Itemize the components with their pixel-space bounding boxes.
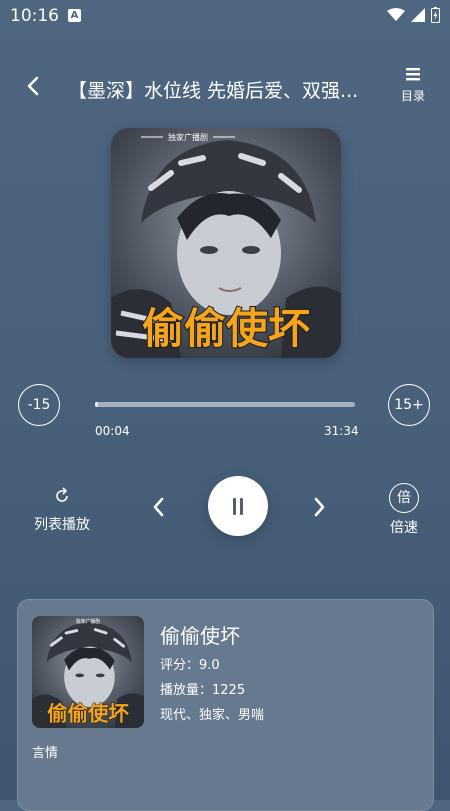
repeat-mode-label: 列表播放 [34,517,90,533]
album-play-count: 播放量：1225 [160,683,246,698]
signal-icon [411,8,425,22]
album-rating: 评分：9.0 [160,658,220,673]
chevron-left-icon [153,497,164,517]
list-icon [406,68,420,81]
back-arrow-icon [27,76,39,96]
current-time: 00:04 [95,424,130,438]
forward-15-button[interactable]: 15+ [388,384,430,426]
toc-button[interactable]: 目录 [394,66,432,112]
progress-bar[interactable] [95,402,355,407]
next-button[interactable] [310,492,330,522]
speed-label: 倍速 [390,520,418,536]
album-title: 偷偷使坏 [160,624,240,648]
total-time: 31:34 [324,424,359,438]
album-info-card[interactable]: 独家广播剧 偷偷使坏 偷偷使坏 评分：9.0 播放量：1225 现代、独家、男喘… [17,599,434,811]
cover-title-text: 偷偷使坏 [142,304,310,353]
status-time: 10:16 [10,6,59,26]
previous-button[interactable] [148,492,168,522]
pause-icon [233,498,236,515]
page-title: 【墨深】水位线 先婚后爱、双强... [68,80,359,102]
header: 【墨深】水位线 先婚后爱、双强... 目录 [0,60,450,116]
repeat-icon [56,487,68,502]
speed-icon: 倍 [389,483,419,513]
repeat-mode-button[interactable]: 列表播放 [30,486,94,534]
status-bar: 10:16 A [0,0,450,32]
thumb-label: 独家广播剧 [76,618,100,625]
toc-label: 目录 [400,89,425,103]
thumb-title-text: 偷偷使坏 [47,702,129,726]
album-description: 言情 [32,746,59,761]
wifi-icon [387,8,405,21]
progress-fill [95,402,98,407]
battery-icon [431,7,440,23]
chevron-right-icon [314,497,325,517]
notification-icon: A [68,9,81,22]
pause-button[interactable] [208,476,268,536]
back-button[interactable] [22,74,46,98]
cover-art: 独家广播剧 偷偷使坏 [111,128,341,358]
rewind-15-button[interactable]: -15 [18,384,60,426]
album-thumbnail: 独家广播剧 偷偷使坏 [32,616,144,728]
playback-speed-button[interactable]: 倍 倍速 [384,483,424,537]
album-tags: 现代、独家、男喘 [160,708,265,723]
cover-label: 独家广播剧 [168,132,208,142]
